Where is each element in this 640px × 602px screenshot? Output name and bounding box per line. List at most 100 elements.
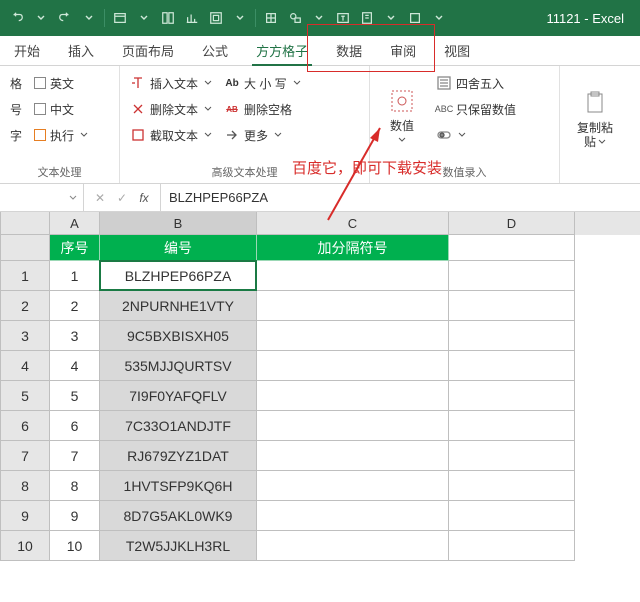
cell[interactable]: 535MJJQURTSV [100,351,257,381]
cell[interactable]: 7C33O1ANDJTF [100,411,257,441]
tab-data[interactable]: 数据 [322,35,376,65]
btn-numeric[interactable]: 数值 [378,72,426,160]
cell[interactable]: 9C5BXBISXH05 [100,321,257,351]
tab-fanfan[interactable]: 方方格子 [242,35,322,65]
cell[interactable] [449,441,575,471]
formula-input[interactable]: BLZHPEP66PZA [161,190,640,205]
cell[interactable] [257,261,449,291]
row-header[interactable]: 1 [0,261,50,291]
cell[interactable] [449,381,575,411]
qat-icon[interactable] [109,7,131,29]
row-header[interactable]: 10 [0,531,50,561]
dropdown-icon[interactable] [308,7,330,29]
cell[interactable] [257,441,449,471]
row-header[interactable]: 6 [0,411,50,441]
opt-number[interactable]: 号 [8,98,24,120]
tab-review[interactable]: 审阅 [376,35,430,65]
row-header[interactable]: 5 [0,381,50,411]
btn-execute[interactable]: 执行 [32,124,90,146]
cell[interactable] [257,381,449,411]
chk-english[interactable]: 英文 [32,72,90,94]
cell[interactable] [449,291,575,321]
cell[interactable] [449,235,575,261]
col-header[interactable]: C [257,212,449,235]
cell[interactable]: T2W5JJKLH3RL [100,531,257,561]
dropdown-icon[interactable] [30,7,52,29]
btn-round[interactable]: 四舍五入 [434,72,518,94]
cell[interactable]: 9 [50,501,100,531]
cell[interactable]: 10 [50,531,100,561]
btn-copy-paste[interactable]: 复制粘贴 [571,72,619,164]
tab-formula[interactable]: 公式 [188,35,242,65]
dropdown-icon[interactable] [78,7,100,29]
cell[interactable]: 4 [50,351,100,381]
accept-icon[interactable]: ✓ [114,191,130,205]
dropdown-icon[interactable] [133,7,155,29]
btn-keep-value[interactable]: ABC只保留数值 [434,98,518,120]
qat-icon[interactable] [404,7,426,29]
cell[interactable]: 2 [50,291,100,321]
cell[interactable]: 7I9F0YAFQFLV [100,381,257,411]
undo-button[interactable] [6,7,28,29]
header-cell[interactable]: 编号 [100,235,257,261]
tab-home[interactable]: 开始 [0,35,54,65]
cell[interactable] [449,501,575,531]
qat-icon[interactable] [260,7,282,29]
cell[interactable]: 5 [50,381,100,411]
col-header[interactable]: A [50,212,100,235]
cell[interactable] [449,411,575,441]
dropdown-icon[interactable] [428,7,450,29]
dropdown-icon[interactable] [229,7,251,29]
cell[interactable]: 6 [50,411,100,441]
cell[interactable]: 1HVTSFP9KQ6H [100,471,257,501]
row-header[interactable]: 2 [0,291,50,321]
cancel-icon[interactable]: ✕ [92,191,108,205]
col-header[interactable]: B [100,212,257,235]
cell[interactable]: 8 [50,471,100,501]
fx-icon[interactable]: fx [136,191,152,205]
cell[interactable] [257,501,449,531]
cell[interactable] [257,411,449,441]
row-header[interactable]: 4 [0,351,50,381]
btn-toggle[interactable] [434,124,518,146]
cell[interactable] [257,321,449,351]
select-all-corner[interactable] [0,212,50,235]
btn-more[interactable]: 更多 [222,124,303,146]
row-header[interactable]: 8 [0,471,50,501]
cell[interactable] [449,351,575,381]
cell[interactable] [257,531,449,561]
row-header[interactable] [0,235,50,261]
btn-insert-text[interactable]: 插入文本 [128,72,214,94]
qat-icon[interactable] [205,7,227,29]
qat-icon[interactable] [356,7,378,29]
cell[interactable] [257,291,449,321]
tab-insert[interactable]: 插入 [54,35,108,65]
tab-layout[interactable]: 页面布局 [108,35,188,65]
cell[interactable]: 1 [50,261,100,291]
cell[interactable]: 8D7G5AKL0WK9 [100,501,257,531]
cell[interactable] [257,471,449,501]
cell[interactable]: 3 [50,321,100,351]
tab-view[interactable]: 视图 [430,35,484,65]
opt-char[interactable]: 字 [8,124,24,146]
cell[interactable]: RJ679ZYZ1DAT [100,441,257,471]
cell[interactable] [257,351,449,381]
dropdown-icon[interactable] [380,7,402,29]
col-header[interactable]: D [449,212,575,235]
row-header[interactable]: 9 [0,501,50,531]
redo-button[interactable] [54,7,76,29]
text-box-icon[interactable] [332,7,354,29]
cell[interactable] [449,531,575,561]
btn-delete-text[interactable]: 删除文本 [128,98,214,120]
row-header[interactable]: 3 [0,321,50,351]
shapes-icon[interactable] [284,7,306,29]
opt-format[interactable]: 格 [8,72,24,94]
btn-case[interactable]: Ab大 小 写 [222,72,303,94]
cell[interactable] [449,471,575,501]
chk-chinese[interactable]: 中文 [32,98,90,120]
cell[interactable] [449,261,575,291]
btn-trim-space[interactable]: AB删除空格 [222,98,303,120]
chart-icon[interactable] [181,7,203,29]
header-cell[interactable]: 加分隔符号 [257,235,449,261]
qat-icon[interactable] [157,7,179,29]
